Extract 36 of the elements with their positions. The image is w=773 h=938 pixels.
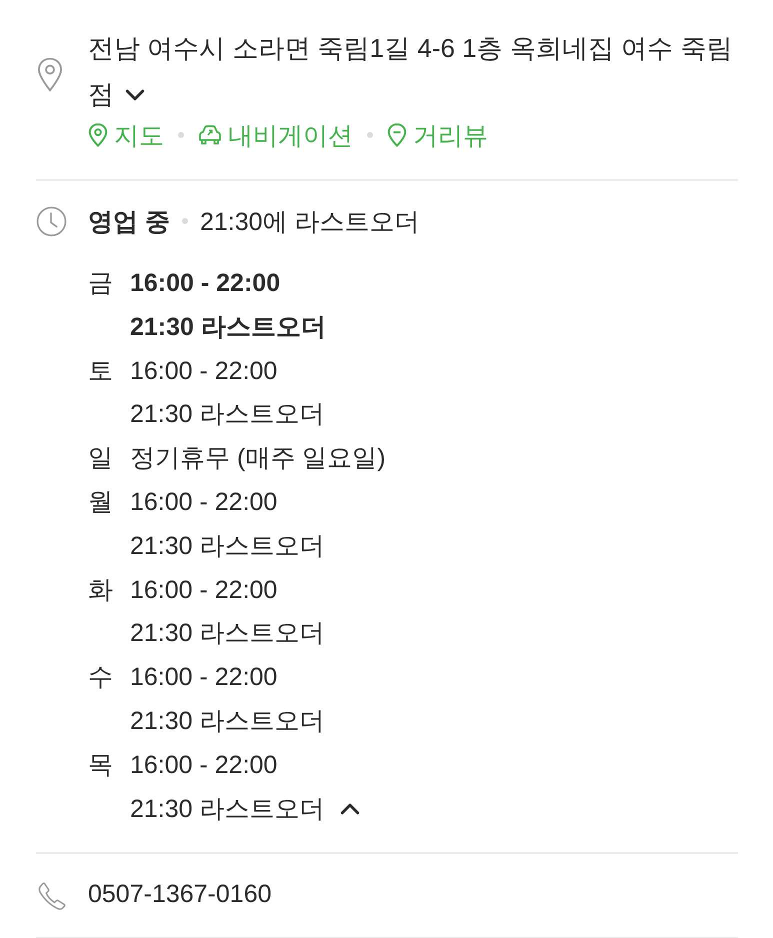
separator-dot-icon	[178, 132, 184, 138]
separator-dot-icon	[367, 132, 373, 138]
last-order-time: 21:30 라스트오더	[130, 794, 325, 825]
opening-hours: 16:00 - 22:00	[130, 574, 278, 606]
clock-icon	[36, 206, 67, 237]
last-order-time: 21:30 라스트오더	[130, 530, 325, 562]
link-navigation[interactable]: 내비게이션	[198, 118, 353, 152]
location-pin-icon	[36, 57, 64, 92]
address-expander[interactable]: 전남 여수시 소라면 죽림1길 4-6 1층 옥희네집 여수 죽림점	[88, 25, 738, 117]
last-order-time: 21:30 라스트오더	[130, 706, 325, 737]
open-status: 영업 중	[88, 206, 170, 238]
opening-hours: 정기휴무 (매주 일요일)	[130, 443, 386, 474]
map-pin-icon	[88, 123, 108, 147]
pin-minus-icon	[387, 123, 407, 147]
last-order-time: 21:30 라스트오더	[130, 399, 325, 430]
opening-hours: 16:00 - 22:00	[130, 486, 278, 518]
day-label: 금	[88, 268, 114, 299]
day-label: 토	[88, 356, 114, 387]
link-street-view[interactable]: 거리뷰	[387, 118, 488, 152]
last-order-time: 21:30 라스트오더	[130, 312, 326, 343]
last-order-note: 21:30에 라스트오더	[200, 206, 420, 238]
opening-hours: 16:00 - 22:00	[130, 356, 278, 387]
opening-hours: 16:00 - 22:00	[130, 662, 278, 694]
opening-hours: 16:00 - 22:00	[130, 268, 280, 299]
day-label: 수	[88, 662, 114, 694]
link-map[interactable]: 지도	[88, 118, 164, 152]
opening-hours: 16:00 - 22:00	[130, 750, 278, 781]
day-label: 월	[88, 486, 114, 518]
phone-icon	[37, 881, 67, 912]
car-icon	[198, 124, 222, 146]
separator-dot-icon	[182, 218, 188, 224]
day-label: 일	[88, 443, 114, 474]
day-label: 목	[88, 750, 114, 781]
last-order-time: 21:30 라스트오더	[130, 618, 325, 650]
phone-number[interactable]: 0507-1367-0160	[88, 872, 738, 916]
day-label: 화	[88, 574, 114, 606]
